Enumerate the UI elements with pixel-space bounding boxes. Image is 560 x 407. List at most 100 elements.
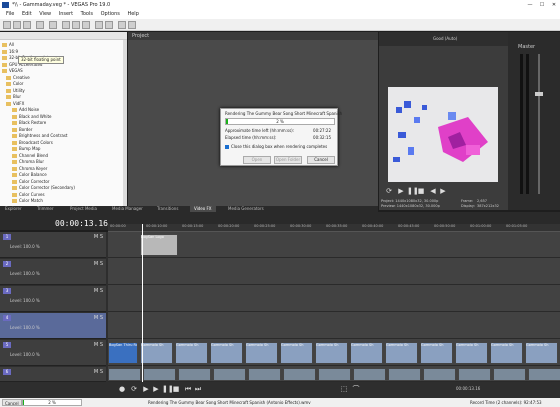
play-from-start-icon[interactable]: ▶ [152, 385, 160, 393]
playhead-cursor[interactable] [142, 224, 143, 382]
go-end-icon[interactable]: ⏭ [194, 385, 202, 393]
next-frame-icon[interactable]: ▶ [439, 187, 447, 195]
fx-tree-item[interactable]: Color Corrector [12, 179, 49, 184]
undo-icon[interactable] [95, 21, 103, 29]
track-header[interactable]: 3 Level: 100.0 % M S [0, 286, 106, 312]
repeat-clip[interactable]: Gommolo Sh [350, 342, 383, 364]
audio-clip[interactable] [283, 368, 316, 381]
fx-tree-item[interactable]: Chroma Blur [12, 159, 44, 164]
track-header[interactable]: 6 M S [0, 367, 106, 382]
fx-tree-item[interactable]: VidFX [6, 101, 24, 106]
menu-options[interactable]: Options [101, 10, 120, 19]
loop-icon[interactable]: ⟳ [130, 385, 138, 393]
track-header[interactable]: 4 Level: 100.0 % M S [0, 313, 106, 339]
properties-icon[interactable] [36, 21, 44, 29]
render-icon[interactable] [49, 21, 57, 29]
menu-edit[interactable]: Edit [22, 10, 32, 19]
fx-tree-item[interactable]: Color Balance [12, 172, 47, 177]
explorer-scrollbar[interactable] [123, 40, 127, 206]
audio-clip[interactable] [388, 368, 421, 381]
fx-tree-item[interactable]: Creative [6, 75, 30, 80]
repeat-clip[interactable]: Gommolo Sh [455, 342, 488, 364]
loop-icon[interactable]: ⟳ [385, 187, 393, 195]
menu-view[interactable]: View [39, 10, 51, 19]
save-icon[interactable] [23, 21, 31, 29]
close-when-done[interactable]: Close this dialog box when rendering com… [225, 144, 327, 149]
new-icon[interactable] [3, 21, 11, 29]
open-button[interactable]: Open [243, 156, 271, 164]
play-icon[interactable]: ▶ [397, 187, 405, 195]
paste-icon[interactable] [82, 21, 90, 29]
menu-file[interactable]: File [6, 10, 14, 19]
fx-tree-item[interactable]: Black Restore [12, 120, 46, 125]
cancel-button[interactable]: Cancel [307, 156, 335, 164]
fx-tree-item[interactable]: Utility [6, 88, 25, 93]
repeat-clip[interactable]: Gommolo Sh [490, 342, 523, 364]
fx-tree-item[interactable]: Color Match [12, 198, 43, 203]
audio-clip[interactable] [178, 368, 211, 381]
menu-help[interactable]: Help [127, 10, 138, 19]
mute-solo-icon[interactable]: M S [94, 369, 103, 375]
fx-tree-item[interactable]: 16:9 [2, 49, 18, 54]
fx-tree-item[interactable]: Chroma Keyer [12, 166, 47, 171]
audio-clip[interactable] [458, 368, 491, 381]
track-lane[interactable] [108, 259, 560, 285]
maximize-button[interactable]: ☐ [536, 0, 548, 10]
repeat-clip[interactable]: Gommolo Sh [420, 342, 453, 364]
minimize-button[interactable]: — [524, 0, 536, 10]
fx-tree-item[interactable]: Brightness and Contrast [12, 133, 67, 138]
fx-tree-item[interactable]: Broadcast Colors [12, 140, 53, 145]
track-lane[interactable]: BogSan Thiru Rq Gommolo Sh Gommolo Sh Gommo… [108, 340, 560, 366]
timeline-ruler[interactable]: 00:00:00 00:00:10:00 00:00:15:00 00:00:20:0… [108, 224, 560, 232]
audio-clip[interactable] [213, 368, 246, 381]
mute-solo-icon[interactable]: M S [94, 315, 103, 321]
stop-icon[interactable]: ■ [417, 187, 425, 195]
repeat-clip[interactable]: Gommolo Sh [385, 342, 418, 364]
play-icon[interactable]: ▶ [142, 385, 150, 393]
envelope-tool-icon[interactable] [128, 21, 136, 29]
repeat-clip[interactable]: Gommolo Sh [315, 342, 348, 364]
open-folder-button[interactable]: Open Folder [274, 156, 302, 164]
track-lane[interactable] [108, 286, 560, 312]
track-header[interactable]: 5 Level: 100.0 % M S [0, 340, 106, 366]
cut-icon[interactable] [62, 21, 70, 29]
pause-icon[interactable]: ❚❚ [407, 187, 419, 195]
track-lane[interactable] [108, 313, 560, 339]
fx-tree-item[interactable]: Bump Map [12, 146, 40, 151]
pause-icon[interactable]: ❚❚ [162, 385, 174, 393]
open-icon[interactable] [13, 21, 21, 29]
audio-clip[interactable] [248, 368, 281, 381]
repeat-clip[interactable]: Gommolo Sh [175, 342, 208, 364]
mute-solo-icon[interactable]: M S [94, 261, 103, 267]
fx-tree-item[interactable]: Color Curves [12, 192, 45, 197]
audio-clip[interactable] [108, 368, 141, 381]
mute-solo-icon[interactable]: M S [94, 342, 103, 348]
checkbox-icon[interactable] [225, 145, 229, 149]
go-start-icon[interactable]: ⏮ [184, 385, 192, 393]
menu-insert[interactable]: Insert [59, 10, 73, 19]
repeat-clip[interactable]: Gommolo Sh [210, 342, 243, 364]
audio-clip[interactable] [143, 368, 176, 381]
snapping-icon[interactable]: ⌒ [352, 385, 360, 393]
fx-tree-item[interactable]: Color [6, 81, 23, 86]
track-header[interactable]: 2 Level: 100.0 % M S [0, 259, 106, 285]
fx-tree-item[interactable]: VEGAS [2, 68, 23, 73]
audio-clip[interactable] [528, 368, 560, 381]
record-icon[interactable]: ● [118, 385, 126, 393]
repeat-clip[interactable]: Gommolo Sh [280, 342, 313, 364]
menu-tools[interactable]: Tools [81, 10, 93, 19]
stop-icon[interactable]: ■ [172, 385, 180, 393]
fx-tree-item[interactable]: Blur [6, 94, 21, 99]
repeat-clip[interactable]: Gommolo Sh [140, 342, 173, 364]
fx-tree-item[interactable]: Border [12, 127, 32, 132]
redo-icon[interactable] [105, 21, 113, 29]
audio-clip[interactable] [423, 368, 456, 381]
status-cancel-button[interactable]: Cancel [2, 399, 22, 406]
prev-frame-icon[interactable]: ◀ [429, 187, 437, 195]
mute-solo-icon[interactable]: M S [94, 234, 103, 240]
master-fader[interactable] [535, 92, 543, 96]
preview-quality[interactable]: Good (Auto) [433, 36, 457, 41]
fx-tree-item[interactable]: Color Corrector (Secondary) [12, 185, 75, 190]
copy-icon[interactable] [72, 21, 80, 29]
close-button[interactable]: ✕ [548, 0, 560, 10]
